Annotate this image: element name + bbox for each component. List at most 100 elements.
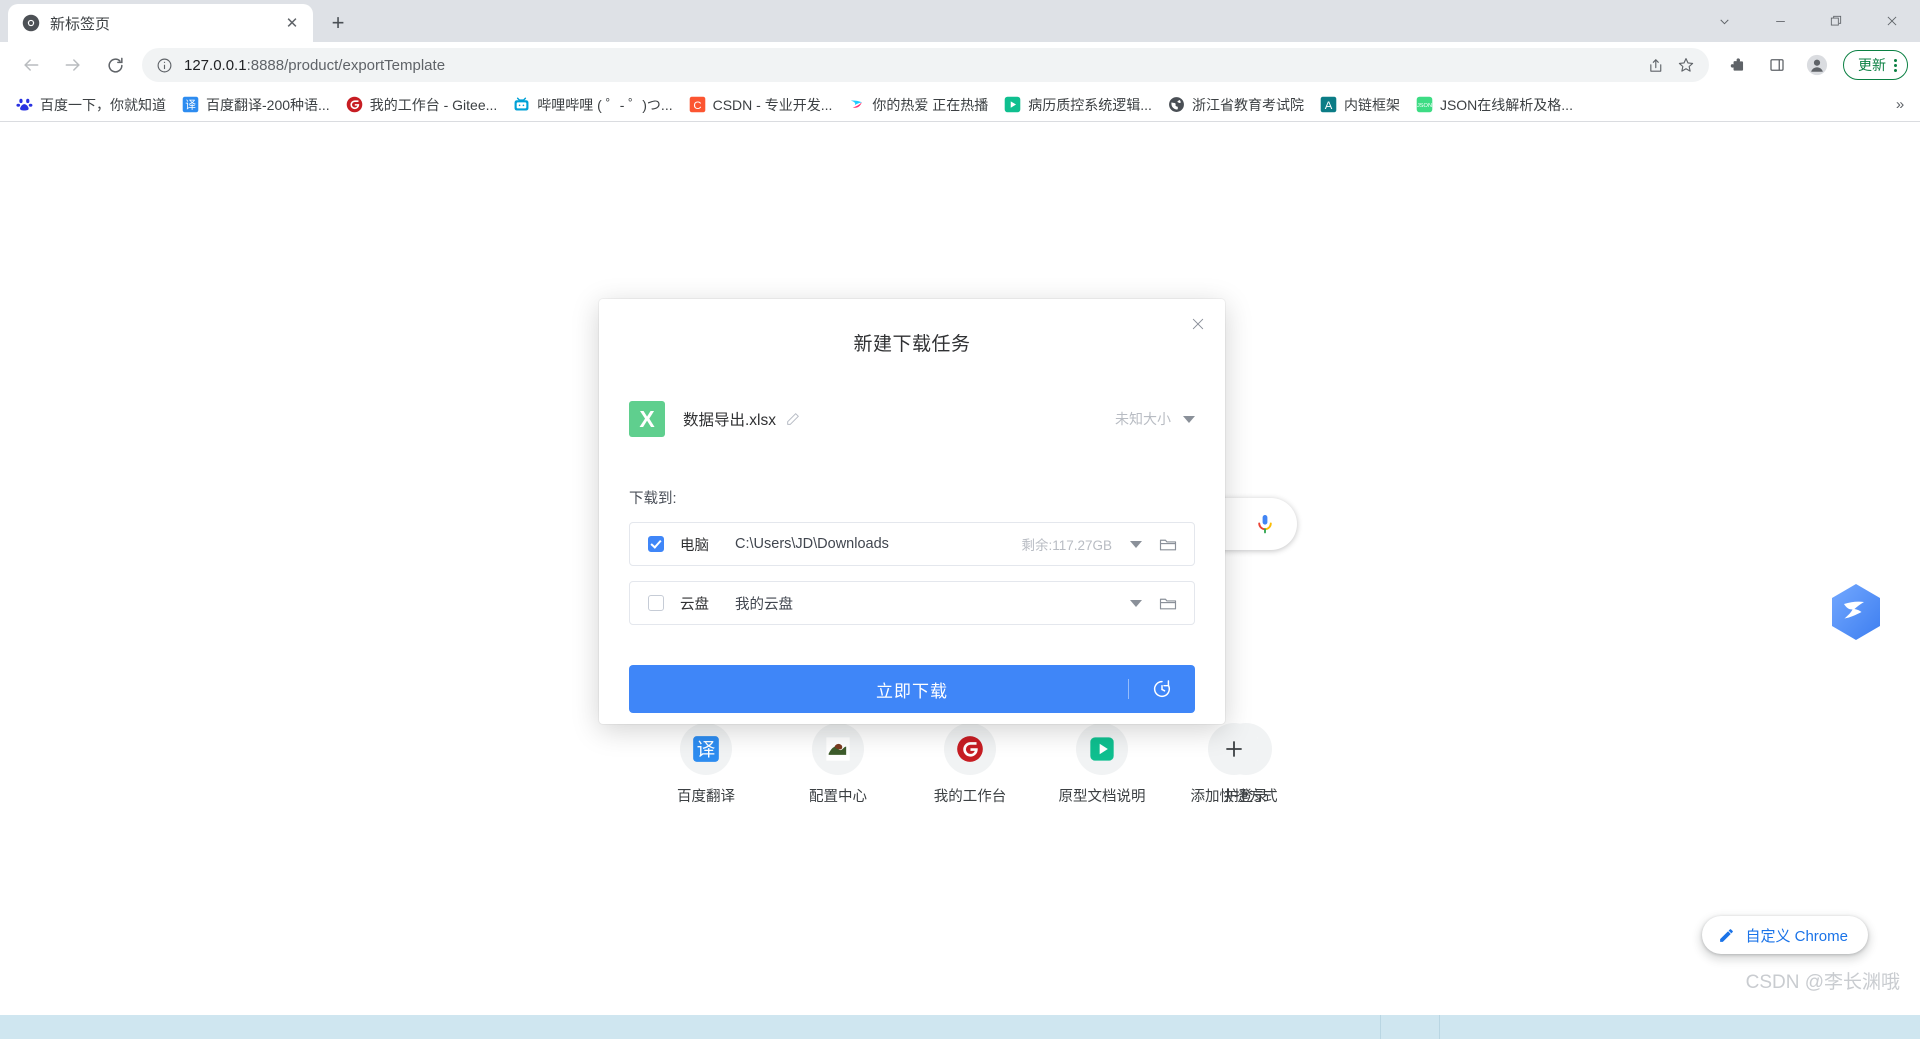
extensions-button[interactable]: [1720, 48, 1754, 82]
destination-path: 我的云盘: [735, 593, 793, 614]
bookmark-label: 我的工作台 - Gitee...: [370, 95, 498, 115]
pencil-icon[interactable]: [785, 411, 801, 427]
config-center-icon: [812, 723, 864, 775]
side-panel-button[interactable]: [1760, 48, 1794, 82]
destination-cloud[interactable]: 云盘 我的云盘: [629, 581, 1195, 625]
address-bar[interactable]: 127.0.0.1:8888/product/exportTemplate: [142, 48, 1709, 82]
bookmark-baidu-fanyi[interactable]: 译 百度翻译-200种语...: [174, 92, 338, 118]
download-now-button[interactable]: 立即下载: [629, 665, 1195, 713]
svg-text:JSON: JSON: [1417, 103, 1432, 109]
bookmark-csdn[interactable]: C CSDN - 专业开发...: [681, 92, 841, 118]
destination-local-checkbox[interactable]: [648, 536, 664, 552]
csdn-icon: C: [689, 96, 706, 113]
xunlei-icon[interactable]: [1822, 578, 1890, 646]
minimize-button[interactable]: [1752, 0, 1808, 42]
back-button[interactable]: [13, 47, 49, 83]
shortcut-label: 我的工作台: [934, 785, 1007, 806]
shortcut-prototype-doc[interactable]: 原型文档说明: [1036, 723, 1168, 806]
destination-name: 云盘: [680, 593, 709, 614]
dialog-title: 新建下载任务: [599, 329, 1225, 356]
update-button[interactable]: 更新: [1843, 50, 1908, 80]
share-icon[interactable]: [1641, 50, 1671, 80]
button-divider: [1128, 679, 1129, 699]
customize-chrome-button[interactable]: 自定义 Chrome: [1702, 916, 1868, 954]
tab-title: 新标签页: [50, 13, 281, 34]
three-dots-icon[interactable]: [1890, 59, 1901, 72]
update-label: 更新: [1858, 55, 1886, 75]
destination-path: C:\Users\JD\Downloads: [735, 536, 889, 552]
tab-search-button[interactable]: [1696, 0, 1752, 42]
bookmark-medical-qc[interactable]: 病历质控系统逻辑...: [996, 92, 1160, 118]
shortcut-baidu-fanyi[interactable]: 译 百度翻译: [640, 723, 772, 806]
shortcut-label: 添加快捷方式: [1191, 785, 1278, 806]
tab-strip: 新标签页 ✕ +: [0, 0, 1920, 42]
bookmark-zjedu[interactable]: 浙江省教育考试院: [1160, 92, 1312, 118]
shortcut-label: 配置中心: [809, 785, 867, 806]
address-bar-url: 127.0.0.1:8888/product/exportTemplate: [184, 57, 1641, 74]
bookmark-baidu[interactable]: 百度一下，你就知道: [8, 92, 174, 118]
destination-cloud-checkbox[interactable]: [648, 595, 664, 611]
url-host: 127.0.0.1: [184, 57, 247, 74]
bilibili-icon: [513, 96, 530, 113]
reload-button[interactable]: [97, 47, 133, 83]
svg-text:译: 译: [697, 740, 716, 761]
green-play-icon: [1004, 96, 1021, 113]
bookmark-bilibili[interactable]: 哔哩哔哩 ( ゜- ゜)つ...: [505, 92, 680, 118]
close-window-button[interactable]: [1864, 0, 1920, 42]
baidu-fanyi-icon: 译: [680, 723, 732, 775]
bookmark-inner-link[interactable]: A 内链框架: [1312, 92, 1408, 118]
maximize-button[interactable]: [1808, 0, 1864, 42]
bookmark-gitee[interactable]: 我的工作台 - Gitee...: [338, 92, 506, 118]
bookmark-label: 百度一下，你就知道: [40, 95, 166, 115]
gitee-icon: [346, 96, 363, 113]
pencil-icon: [1718, 927, 1735, 944]
shortcut-config-center[interactable]: 配置中心: [772, 723, 904, 806]
file-size-selector[interactable]: 未知大小: [1115, 409, 1195, 429]
avatar[interactable]: [1800, 48, 1834, 82]
tab-close-button[interactable]: ✕: [281, 12, 303, 34]
star-icon[interactable]: [1671, 50, 1701, 80]
info-icon[interactable]: [150, 51, 178, 79]
forward-button[interactable]: [55, 47, 91, 83]
globe-icon: [1168, 96, 1185, 113]
taskbar-segment: [1380, 1015, 1440, 1039]
letter-a-icon: A: [1320, 96, 1337, 113]
gitee-icon: [944, 723, 996, 775]
file-name: 数据导出.xlsx: [683, 408, 776, 430]
timer-icon[interactable]: [1151, 678, 1173, 700]
json-icon: JSON: [1416, 96, 1433, 113]
url-port: :8888: [247, 57, 285, 74]
svg-text:译: 译: [185, 98, 196, 111]
folder-icon[interactable]: [1158, 534, 1178, 554]
chevron-down-icon[interactable]: [1130, 600, 1142, 607]
folder-icon[interactable]: [1158, 593, 1178, 613]
shortcut-add[interactable]: 添加快捷方式: [1168, 723, 1300, 806]
baidu-icon: [16, 96, 33, 113]
shortcuts-row: 译 百度翻译 配置中心: [640, 723, 1300, 806]
file-row: X 数据导出.xlsx 未知大小: [629, 401, 1195, 437]
bookmark-label: 内链框架: [1344, 95, 1400, 115]
chevron-down-icon[interactable]: [1183, 416, 1195, 423]
svg-text:A: A: [1325, 100, 1333, 112]
new-tab-button[interactable]: +: [323, 8, 353, 38]
bookmark-label: 百度翻译-200种语...: [206, 95, 330, 115]
windows-taskbar: [0, 1015, 1920, 1039]
shortcut-gitee[interactable]: 我的工作台: [904, 723, 1036, 806]
destination-local[interactable]: 电脑 C:\Users\JD\Downloads 剩余:117.27GB: [629, 522, 1195, 566]
chrome-icon: [22, 14, 40, 32]
excel-icon: X: [629, 401, 665, 437]
browser-window: 新标签页 ✕ +: [0, 0, 1920, 1039]
bookmark-label: 你的热爱 正在热播: [872, 95, 988, 115]
bookmark-youku[interactable]: 你的热爱 正在热播: [840, 92, 996, 118]
bookmarks-overflow-button[interactable]: »: [1888, 92, 1912, 118]
download-now-label: 立即下载: [876, 677, 948, 702]
tab-new-tab-page[interactable]: 新标签页 ✕: [8, 4, 313, 42]
browser-toolbar: 127.0.0.1:8888/product/exportTemplate: [0, 42, 1920, 88]
bookmark-json-parser[interactable]: JSON JSON在线解析及格...: [1408, 92, 1581, 118]
chevron-down-icon[interactable]: [1130, 541, 1142, 548]
bookmark-label: 病历质控系统逻辑...: [1028, 95, 1152, 115]
bookmarks-bar: 百度一下，你就知道 译 百度翻译-200种语... 我的工作台 - Gitee.…: [0, 88, 1920, 122]
microphone-icon[interactable]: [1253, 512, 1277, 536]
close-icon[interactable]: [1183, 309, 1213, 339]
new-download-task-dialog: 新建下载任务 X 数据导出.xlsx 未知大小 下载到: 电脑 C:\Users…: [599, 299, 1225, 724]
